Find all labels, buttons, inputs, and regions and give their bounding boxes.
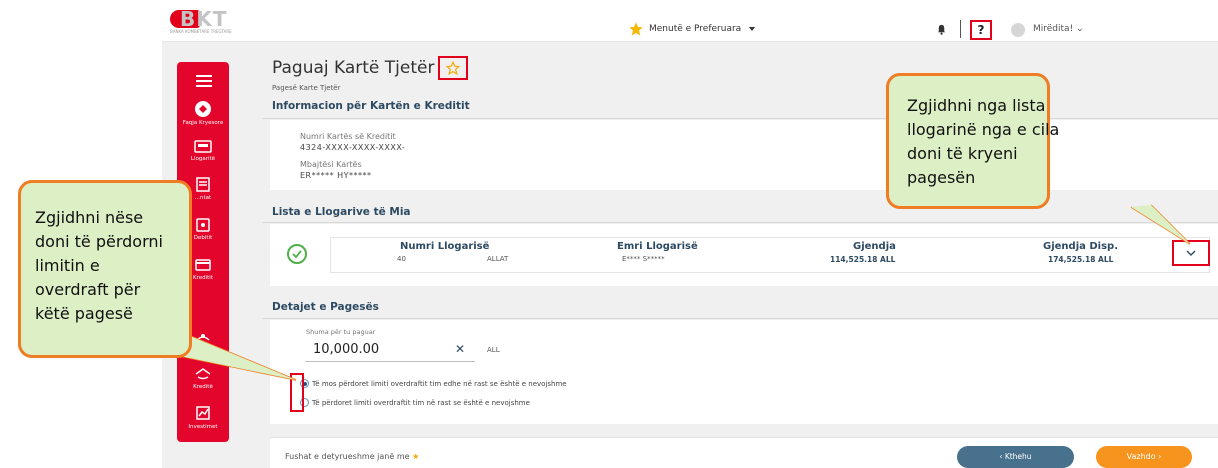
page-title: Paguaj Kartë Tjetër [272,58,435,78]
page-subtitle: Pagesë Karte Tjetër [272,84,341,92]
card-number-label: Numri Kartës së Kreditit [300,132,396,141]
accounts-heading: Lista e Llogarive të Mia [272,206,411,218]
required-note-text: Fushat e detyrueshme janë me [285,452,410,461]
payment-panel [270,320,1218,424]
investments-icon [196,406,210,420]
bell-icon[interactable] [936,24,947,35]
sidebar-item-label: Llogaritë [190,156,216,162]
amount-label: Shuma për tu paguar [306,328,376,336]
callout-line: doni të përdorni [35,232,163,251]
available-value: 174,525.18 ALL [1048,255,1114,264]
bank-logo[interactable]: BKT BANKA KOMBETARE TREGTARE [170,7,248,36]
caret-down-icon [749,27,756,31]
home-icon [195,101,211,117]
callout-line: overdraft për [35,280,141,299]
payments-icon [196,177,210,192]
avatar[interactable] [1011,23,1025,37]
logo-letters: BKT [180,7,228,31]
column-header-account-number: Numri Llogarisë [400,241,490,252]
amount-value: 10,000.00 [313,342,380,357]
header-divider [960,20,961,38]
star-outline-icon [446,61,461,75]
favorite-toggle-button[interactable] [438,56,469,80]
account-name-value: E**** S***** [622,255,665,263]
required-star-icon: ★ [412,452,420,461]
highlight-radio-frame [290,373,304,412]
section-divider [262,118,1218,119]
radio-use-overdraft-label: Të përdoret limiti overdraftit tim në ra… [312,399,530,407]
sidebar-item-label: Pagesat [192,348,214,354]
accounts-icon [194,140,212,153]
favorites-menu-label: Menutë e Preferuara [649,24,742,34]
account-dropdown-button[interactable] [1172,240,1210,266]
column-header-account-name: Emri Llogarisë [617,241,698,252]
sidebar-item-loans[interactable]: Kreditë [177,366,229,390]
amount-input[interactable]: 10,000.00 ✕ [305,338,475,362]
account-number-part1: 40 [397,255,406,263]
selected-check-icon [287,244,307,264]
app-window: BKT BANKA KOMBETARE TREGTARE Menutë e Pr… [0,0,1218,468]
callout-select-account: Zgjidhni nga lista llogarinë nga e cila … [886,73,1060,209]
sidebar-item-home[interactable]: Faqja Kryesore [177,100,229,126]
sidebar-item-investments[interactable]: Investimet [177,404,229,430]
back-button[interactable]: ‹ Kthehu [957,446,1074,468]
greeting-text: Mirëdita! [1033,24,1074,34]
user-greeting-menu[interactable]: Mirëdita! ⌄ [1033,24,1084,34]
sidebar-item-label: ...ntat [194,195,212,201]
page-title-row: Paguaj Kartë Tjetër [272,56,469,80]
logo-subtitle: BANKA KOMBETARE TREGTARE [170,29,232,34]
column-header-available: Gjendja Disp. [1043,241,1118,252]
callout-line: doni të kryeni [907,144,1018,163]
account-number-part2: ALLAT [487,255,509,263]
credit-card-icon [195,259,211,271]
callout-line: këtë pagesë [35,304,133,323]
callout-line: Zgjidhni nga lista [907,96,1046,115]
loans-icon [195,368,211,380]
continue-button[interactable]: Vazhdo › [1096,446,1192,468]
help-button[interactable]: ? [970,20,992,40]
required-fields-note: Fushat e detyrueshme janë me ★ [285,452,419,461]
payment-details-heading: Detajet e Pagesës [272,301,379,313]
radio-no-overdraft-label: Të mos përdoret limiti overdraftit tim e… [312,380,567,388]
sidebar-item-label: Investimet [188,424,218,430]
chevron-down-icon: ⌄ [1076,24,1084,34]
favorites-menu[interactable]: Menutë e Preferuara [628,21,756,37]
debit-card-icon [196,218,210,232]
sidebar-item-label: Kreditë [193,384,213,390]
section-divider [262,318,1218,319]
payments-hand-icon [196,334,210,341]
sidebar-item-label: Faqja Kryesore [182,120,224,126]
chevron-down-icon [1186,250,1196,256]
card-holder-label: Mbajtësi Kartës [300,160,362,169]
sidebar-item-label: Debitit [193,235,213,241]
card-holder-value: ER***** HY***** [300,171,372,180]
callout-line: Zgjidhni nëse [35,208,144,227]
hamburger-menu-icon[interactable] [196,75,212,90]
callout-overdraft: Zgjidhni nëse doni të përdorni limitin e… [18,180,192,358]
sidebar-item-accounts[interactable]: Llogaritë [177,138,229,162]
column-header-balance: Gjendja [853,241,896,252]
callout-line: limitin e [35,256,100,275]
clear-icon[interactable]: ✕ [455,342,465,356]
credit-info-panel: Numri Kartës së Kreditit 4324-XXXX-XXXX-… [270,120,1218,190]
section-divider [262,222,1218,223]
card-number-value: 4324-XXXX-XXXX-XXXX- [300,143,406,152]
callout-line: llogarinë nga e cila [907,120,1060,139]
sidebar-item-label: Kreditit [193,275,213,281]
star-icon [629,22,643,36]
credit-info-heading: Informacion për Kartën e Kreditit [272,100,470,112]
currency-label: ALL [487,346,500,354]
callout-line: pagesën [907,168,976,187]
balance-value: 114,525.18 ALL [830,255,896,264]
